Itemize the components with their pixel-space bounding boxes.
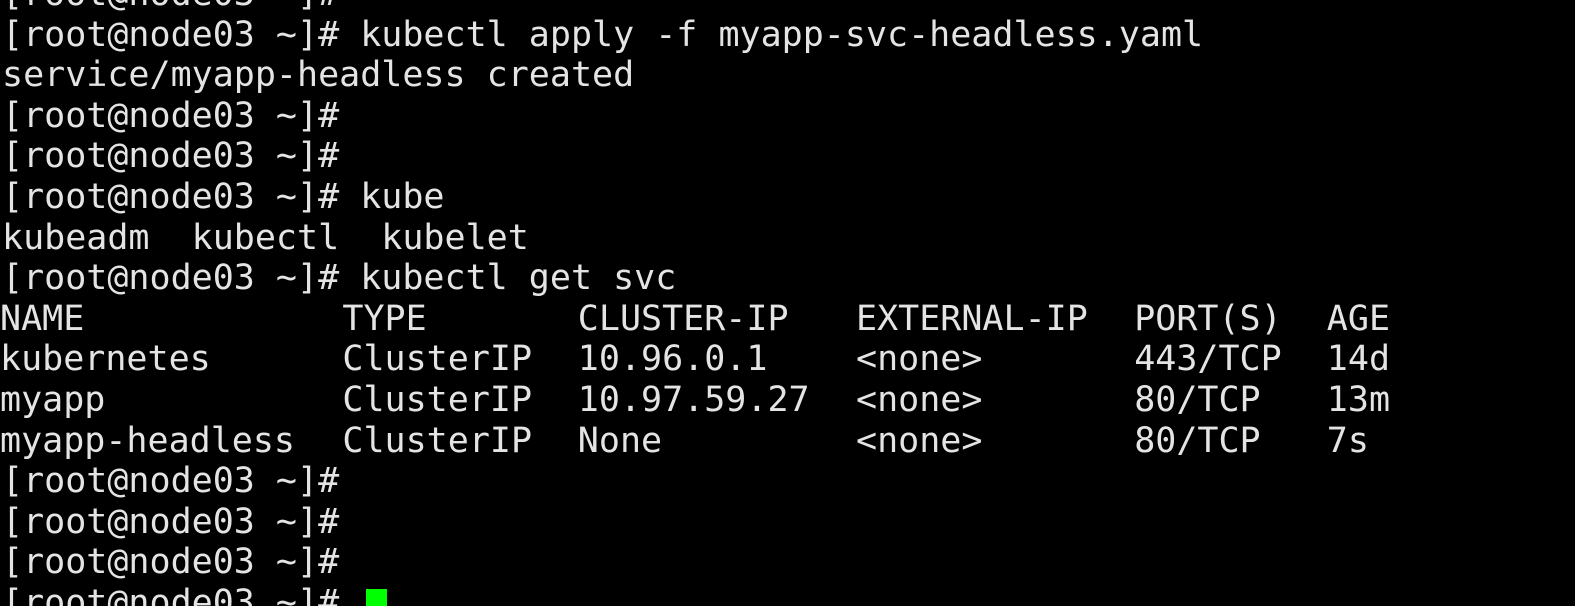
table-row: myapp-headless ClusterIP None <none> 80/TCP 7… [0,421,1575,462]
line-6-completion-list: kubeadm kubectl kubelet [0,218,1575,259]
table-header-cell: CLUSTER-IP [577,298,789,339]
table-header-cell: PORT(S) [1134,298,1282,339]
line-0-clipped-prompt: [root@node03 ~]# [0,0,1575,15]
table-row-cell: <none> [856,339,983,380]
text-cursor [365,588,388,606]
table-row-cell: 7s [1326,420,1369,461]
table-row-cell: 443/TCP [1134,339,1282,380]
prompt-line-text: [root@node03 ~]# [2,0,339,14]
prompt-line-text: [root@node03 ~]# [2,461,340,502]
line-12-prompt: [root@node03 ~]# [0,461,1575,502]
table-row-cell: 80/TCP [1134,379,1261,420]
prompt-line-text: [root@node03 ~]# [2,501,340,542]
table-header-cell: TYPE [342,298,427,339]
table-row-cell: myapp-headless [0,420,296,461]
line-8-table-header: NAME TYPE CLUSTER-IP EXTERNAL-IP PORT(S) AGE [0,299,1575,340]
terminal-window[interactable]: [root@node03 ~]#[root@node03 ~]# kubectl… [0,0,1575,606]
command-output: kubeadm kubectl kubelet [2,217,529,258]
line-2-apply-output: service/myapp-headless created [0,55,1575,96]
table-row-cell: None [577,420,663,461]
line-14-prompt: [root@node03 ~]# [0,542,1575,583]
table-row-cell: 14d [1326,339,1391,380]
table-row-cell: 80/TCP [1134,420,1261,461]
table-row-cell: <none> [856,379,983,420]
prompt-line-text: [root@node03 ~]# [2,136,340,177]
prompt-line-text: [root@node03 ~]# kubectl get svc [2,258,677,299]
table-row: kubernetes ClusterIP 10.96.0.1 <none> 443/TC… [0,339,1575,380]
table-row-cell: ClusterIP [342,339,533,380]
table-row-cell: 13m [1326,379,1391,420]
line-15-active-prompt: [root@node03 ~]# [0,583,1575,606]
table-header-cell: EXTERNAL-IP [856,298,1088,339]
line-1-apply-command: [root@node03 ~]# kubectl apply -f myapp-… [0,15,1575,56]
prompt-line-text: [root@node03 ~]# [2,95,340,136]
table-row-cell: myapp [0,379,106,420]
prompt-line-text: [root@node03 ~]# kube [2,176,445,217]
line-4-prompt: [root@node03 ~]# [0,136,1575,177]
table-row-cell: ClusterIP [342,420,533,461]
table-row-cell: ClusterIP [342,379,533,420]
table-header-cell: NAME [0,298,85,339]
line-7-get-svc-command: [root@node03 ~]# kubectl get svc [0,258,1575,299]
terminal-screen-buffer[interactable]: [root@node03 ~]#[root@node03 ~]# kubectl… [0,0,1575,606]
line-3-prompt: [root@node03 ~]# [0,96,1575,137]
line-5-kube-tab: [root@node03 ~]# kube [0,177,1575,218]
table-header-cell: AGE [1326,298,1391,339]
table-row-cell: <none> [856,420,983,461]
command-output: service/myapp-headless created [2,55,635,96]
shell-prompt: [root@node03 ~]# [2,582,361,606]
table-row-cell: 10.97.59.27 [577,379,810,420]
table-row: myapp ClusterIP 10.97.59.27 <none> 80/TCP 13m [0,380,1575,421]
prompt-line-text: [root@node03 ~]# [2,542,340,583]
table-row-cell: kubernetes [0,339,211,380]
table-row-cell: 10.96.0.1 [577,339,768,380]
line-13-prompt: [root@node03 ~]# [0,502,1575,543]
prompt-line-text: [root@node03 ~]# kubectl apply -f myapp-… [2,14,1204,55]
